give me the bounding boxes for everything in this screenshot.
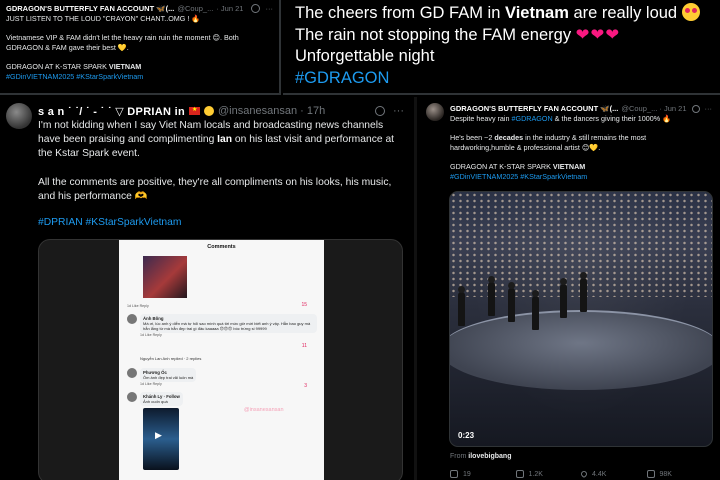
hearts-icon: ❤❤❤ xyxy=(575,25,621,44)
author-name[interactable]: GDRAGON'S BUTTERFLY FAN ACCOUNT 🦋(... xyxy=(450,104,618,113)
tweet-line: Vietnamese VIP & FAM didn't let the heav… xyxy=(6,33,239,52)
author-handle[interactable]: @Coup_... xyxy=(177,4,213,13)
tweet-line: The cheers from GD FAM in Vietnam are re… xyxy=(295,3,708,25)
reply-button[interactable]: 19 xyxy=(450,470,516,478)
tweet-line: Despite heavy rain #GDRAGON & the dancer… xyxy=(450,114,672,123)
dancer-figure xyxy=(560,278,567,318)
tweet-line: Unforgettable night xyxy=(295,47,435,65)
photo-thumbnail xyxy=(143,256,187,298)
more-icon[interactable]: ··· xyxy=(705,104,713,113)
tweet-header: GDRAGON'S BUTTERFLY FAN ACCOUNT 🦋(... @C… xyxy=(6,4,273,13)
dancer-figure xyxy=(458,286,465,326)
comment: Phương Ốc Ôm ảnh đẹp trai vãi luôn mà 1d … xyxy=(127,368,317,389)
tweet-media[interactable]: Comments 1d Like Reply 15 Ánh Bông Mà ơi,… xyxy=(38,239,403,480)
hashtag-link[interactable]: #GDinVIETNAM2025 #KStarSparkVietnam xyxy=(6,72,273,82)
tweet-line: The rain not stopping the FAM energy ❤❤❤ xyxy=(295,25,621,44)
reply-note: Nguyễn Lan Anh replied · 2 replies xyxy=(140,356,202,361)
tweet-top-left[interactable]: GDRAGON'S BUTTERFLY FAN ACCOUNT 🦋(... @C… xyxy=(0,0,281,95)
tweet-text: The cheers from GD FAM in Vietnam are re… xyxy=(295,3,708,89)
like-button[interactable]: 4.4K xyxy=(579,469,647,479)
video-source[interactable]: From ilovebigbang xyxy=(450,453,511,460)
author-name[interactable]: GDRAGON'S BUTTERFLY FAN ACCOUNT 🦋(... xyxy=(6,4,174,13)
views-icon xyxy=(646,470,655,478)
dancer-figure xyxy=(532,290,539,330)
tweet-time[interactable]: · Jun 21 xyxy=(216,4,243,13)
smiley-icon xyxy=(204,106,215,116)
comments-screenshot: Comments 1d Like Reply 15 Ánh Bông Mà ơi,… xyxy=(119,240,324,480)
tweet-paragraph: I'm not kidding when I say Viet Nam loca… xyxy=(38,120,395,160)
more-icon[interactable]: ··· xyxy=(266,4,274,13)
comment: Khánh Ly · Follow Ảnh cuốn quá xyxy=(127,392,317,406)
avatar xyxy=(127,392,137,402)
tweet-bottom-left[interactable]: s a n ˙ ˙/ ˙ - ˙ ˙ ▽ DPRIAN in @insanesa… xyxy=(0,97,417,480)
tweet-line: GDRAGON AT K-STAR SPARK VIETNAM xyxy=(6,62,142,71)
tweet-text: JUST LISTEN TO THE LOUD "CRAYON" CHANT..… xyxy=(6,14,273,82)
dancer-figure xyxy=(508,282,515,322)
grok-icon[interactable] xyxy=(250,4,260,13)
grok-icon[interactable] xyxy=(375,106,385,116)
hashtag-link[interactable]: #DPRIAN #KStarSparkVietnam xyxy=(38,216,404,230)
watermark: @insanesansan xyxy=(244,407,284,413)
tweet-line: JUST LISTEN TO THE LOUD "CRAYON" CHANT..… xyxy=(6,14,201,23)
avatar[interactable] xyxy=(6,103,32,129)
hashtag-link[interactable]: #GDRAGON xyxy=(295,68,708,90)
author-handle[interactable]: @Coup_... · Jun 21 xyxy=(621,104,686,113)
tweet-header: GDRAGON'S BUTTERFLY FAN ACCOUNT 🦋(... @C… xyxy=(450,103,712,114)
tweet-header: s a n ˙ ˙/ ˙ - ˙ ˙ ▽ DPRIAN in @insanesa… xyxy=(38,103,404,119)
tweet-top-right[interactable]: The cheers from GD FAM in Vietnam are re… xyxy=(283,0,720,95)
video-thumbnail xyxy=(143,408,179,470)
author-handle[interactable]: @insanesansan · 17h xyxy=(218,105,325,117)
dancer-figure xyxy=(580,272,587,312)
heart-eyes-emoji-icon xyxy=(681,3,700,21)
avatar xyxy=(127,368,137,378)
hashtag-link[interactable]: #GDRAGON xyxy=(512,114,553,123)
tweet-paragraph: All the comments are positive, they're a… xyxy=(38,176,392,202)
tweet-actions: 19 1.2K 4.4K 98K xyxy=(450,469,713,479)
avatar xyxy=(127,314,137,324)
repost-button[interactable]: 1.2K xyxy=(515,470,582,478)
tweet-text: Despite heavy rain #GDRAGON & the dancer… xyxy=(450,114,712,182)
comment: Ánh Bông Mà ơi, lúc anh ý diễn mà tự hỏi … xyxy=(127,314,317,349)
video-timestamp: 0:23 xyxy=(458,431,475,440)
stage xyxy=(450,310,712,390)
comments-title: Comments xyxy=(207,244,236,250)
hashtag-link[interactable]: #GDinVIETNAM2025 #KStarSparkVietnam xyxy=(450,172,712,182)
repost-icon xyxy=(515,470,524,478)
avatar[interactable] xyxy=(426,103,444,121)
reply-icon xyxy=(450,470,458,478)
dancer-figure xyxy=(488,276,495,316)
tweet-bottom-right[interactable]: GDRAGON'S BUTTERFLY FAN ACCOUNT 🦋(... @C… xyxy=(420,97,720,480)
tweet-line: GDRAGON AT K-STAR SPARK VIETNAM xyxy=(450,162,586,171)
views-button[interactable]: 98K xyxy=(646,470,713,478)
grok-icon[interactable] xyxy=(691,104,700,113)
concert-video[interactable]: 0:23 xyxy=(449,191,713,447)
author-name[interactable]: s a n ˙ ˙/ ˙ - ˙ ˙ ▽ DPRIAN in xyxy=(38,105,185,118)
tweet-text: I'm not kidding when I say Viet Nam loca… xyxy=(38,119,404,230)
tweet-line: He's been ~2 decades in the industry & s… xyxy=(450,133,647,152)
like-icon xyxy=(579,469,589,479)
more-icon[interactable]: ··· xyxy=(393,105,404,117)
comment-meta: 1d Like Reply 15 xyxy=(127,302,307,309)
vietnam-flag-icon xyxy=(189,106,201,115)
